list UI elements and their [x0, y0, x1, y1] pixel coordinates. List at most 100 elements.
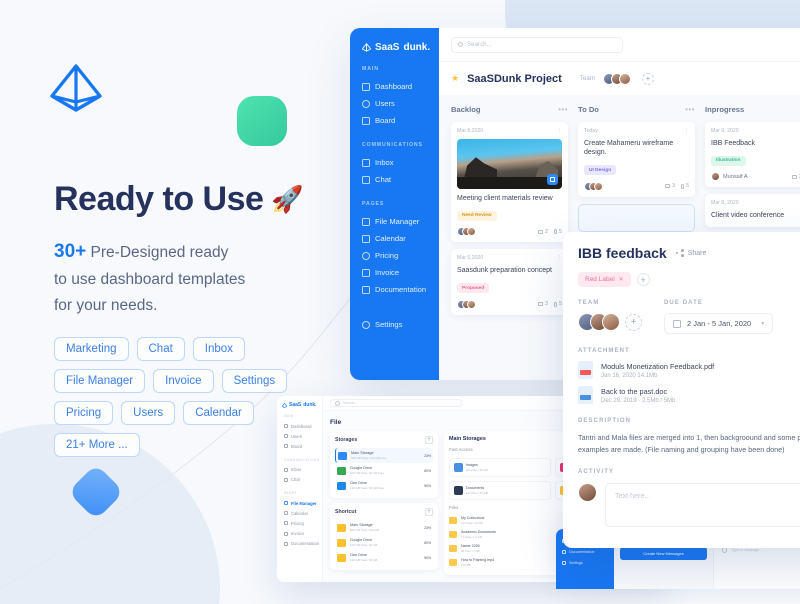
- team-avatar-group: +: [578, 313, 642, 331]
- sidebar-item-settings[interactable]: Settings: [350, 316, 439, 333]
- task-card[interactable]: Mar 9, 2020 ⋮ IBB Feedback Illustration …: [705, 122, 800, 188]
- share-button[interactable]: Share: [675, 249, 706, 257]
- sidebar-item-documentation[interactable]: Documentation: [350, 281, 439, 298]
- fm-sidebar-item-dashboard[interactable]: Dashboard: [282, 421, 322, 431]
- sidebar-item-dashboard[interactable]: Dashboard: [350, 78, 439, 95]
- comment-count: 3: [792, 174, 800, 180]
- sidebar-item-invoice[interactable]: Invoice: [350, 264, 439, 281]
- avatar[interactable]: [602, 313, 620, 331]
- fm-item-label: Inbox: [291, 467, 302, 473]
- tag-file-manager[interactable]: File Manager: [54, 369, 146, 393]
- storages-title: Storages: [335, 437, 358, 443]
- activity-input[interactable]: Text here...: [605, 483, 800, 528]
- column-header: Inprogress •••: [705, 105, 800, 114]
- fm-sidebar-item-documentation[interactable]: Documentation: [282, 539, 322, 549]
- team-section-label: TEAM: [578, 300, 600, 306]
- sidebar-item-board[interactable]: Board: [350, 112, 439, 129]
- sidebar-item-pricing[interactable]: Pricing: [350, 247, 439, 264]
- task-card[interactable]: Mar 5,2020 ⋮ Saasdunk preparation concep…: [451, 249, 568, 315]
- add-shortcut-button[interactable]: +: [425, 508, 433, 516]
- doc-file-icon: [578, 386, 593, 404]
- fm-sidebar-item-board[interactable]: Board: [282, 441, 322, 451]
- detail-meta-row: TEAM + DUE DATE 2 Jan - 5 Jan, 2020 ▾: [578, 300, 800, 334]
- chat-item-label: Settings: [569, 560, 583, 565]
- column-title: Backlog: [451, 105, 481, 114]
- shortcut-row[interactable]: Google Drive 100 GB Total / 20 GB 80%: [335, 535, 433, 550]
- add-team-member-button[interactable]: +: [625, 313, 642, 331]
- tag-calendar[interactable]: Calendar: [183, 401, 254, 425]
- card-menu-icon[interactable]: ⋮: [557, 255, 562, 261]
- fm-sidebar-item-calendar[interactable]: Calendar: [282, 508, 322, 518]
- task-card[interactable]: Today ⋮ Create Mahameru wireframe design…: [578, 122, 695, 197]
- more-dots-icon[interactable]: •••: [685, 105, 695, 114]
- shortcut-usage: 50%: [424, 556, 431, 560]
- close-x-icon[interactable]: ✕: [619, 276, 624, 283]
- attachment-row[interactable]: Back to the past.doc Dec 29, 2019 · 2.5M…: [578, 386, 800, 404]
- tag-chat[interactable]: Chat: [136, 337, 185, 361]
- folder-icon: [449, 544, 457, 552]
- chat-sidebar-item-settings[interactable]: Settings: [562, 557, 614, 568]
- due-date-value: 2 Jan - 5 Jan, 2020: [687, 319, 752, 328]
- fast-access-card[interactable]: Images 241 Files / 20 GB: [449, 458, 551, 477]
- fm-sidebar-item-inbox[interactable]: Inbox: [282, 465, 322, 475]
- card-menu-icon[interactable]: ⋮: [684, 128, 689, 134]
- sidebar-item-file-manager[interactable]: File Manager: [350, 213, 439, 230]
- add-storage-button[interactable]: +: [425, 436, 433, 444]
- fm-item-label: Invoice: [291, 531, 305, 537]
- card-assignee: Munsaif A: [711, 172, 748, 182]
- search-input[interactable]: Search...: [451, 36, 623, 53]
- sidebar-item-calendar[interactable]: Calendar: [350, 230, 439, 247]
- sidebar-item-label: Users: [375, 99, 395, 108]
- label-chip-red[interactable]: Red Label ✕: [578, 272, 631, 287]
- star-icon[interactable]: ★: [451, 73, 459, 84]
- search-placeholder: Search...: [467, 41, 492, 48]
- shortcut-sub: 500 GB Total / 114 GB: [350, 528, 379, 532]
- copy-icon[interactable]: [547, 174, 558, 185]
- avatar[interactable]: [618, 72, 631, 85]
- storage-row[interactable]: Main Storage 500 GB Total / 114 GB Free …: [335, 448, 433, 463]
- attachment-clip-icon: [554, 229, 557, 235]
- fm-sidebar-item-chat[interactable]: Chat: [282, 475, 322, 485]
- inbox-icon: [362, 158, 370, 167]
- sidebar-item-chat[interactable]: Chat: [350, 171, 439, 188]
- fm-sidebar-item-users[interactable]: Users: [282, 431, 322, 441]
- tag-more[interactable]: 21+ More ...: [54, 433, 140, 457]
- task-card[interactable]: Mar 8,2020 ⋮ Meeting client materials re…: [451, 122, 568, 243]
- shortcut-percent: 50%: [424, 555, 431, 560]
- task-card[interactable]: Mar 8, 2020 ⋮ Client video conference: [705, 194, 800, 227]
- sidebar-item-inbox[interactable]: Inbox: [350, 154, 439, 171]
- tag-invoice[interactable]: Invoice: [153, 369, 214, 393]
- tag-users[interactable]: Users: [121, 401, 176, 425]
- drop-placeholder[interactable]: [578, 203, 695, 232]
- sidebar-item-users[interactable]: Users: [350, 95, 439, 112]
- tag-inbox[interactable]: Inbox: [192, 337, 245, 361]
- storage-row[interactable]: Google Drive 100 GB Total / 20 GB Free 8…: [335, 463, 433, 478]
- fast-access-card[interactable]: Documents 147 Files / 46 GB: [449, 481, 551, 500]
- more-dots-icon[interactable]: •••: [558, 105, 568, 114]
- sidebar-item-label: Documentation: [375, 285, 427, 294]
- kanban-column-backlog: Backlog ••• Mar 8,2020 ⋮ Meeting client …: [451, 105, 568, 380]
- card-footer: Munsaif A 3 5: [711, 172, 800, 182]
- tag-marketing[interactable]: Marketing: [54, 337, 129, 361]
- user-icon: [284, 434, 288, 439]
- add-label-button[interactable]: +: [636, 273, 650, 286]
- shortcut-row[interactable]: Main Storage 500 GB Total / 114 GB 23%: [335, 520, 433, 535]
- attachment-row[interactable]: Moduls Monetization Feedback.pdf Jan 16,…: [578, 361, 800, 379]
- file-manager-brand[interactable]: SaaS dunk.: [282, 402, 322, 408]
- add-member-button[interactable]: +: [641, 72, 654, 85]
- file-text: How to Painting.mp4 720 MB: [461, 558, 494, 567]
- activity-label: ACTIVITY: [578, 469, 615, 476]
- shortcut-row[interactable]: One Drive 120 GB Total / 60 GB 50%: [335, 550, 433, 565]
- card-menu-icon[interactable]: ⋮: [557, 128, 562, 134]
- due-date-picker[interactable]: 2 Jan - 5 Jan, 2020 ▾: [664, 313, 774, 334]
- tag-settings[interactable]: Settings: [221, 369, 288, 393]
- create-new-message-button[interactable]: Create New Messages: [620, 547, 707, 560]
- fm-sidebar-item-pricing[interactable]: Pricing: [282, 518, 322, 528]
- tag-pricing[interactable]: Pricing: [54, 401, 114, 425]
- fm-sidebar-item-invoice[interactable]: Invoice: [282, 529, 322, 539]
- fm-sidebar-item-file-manager[interactable]: File Manager: [282, 498, 322, 508]
- fm-search-input[interactable]: Search...: [330, 399, 462, 407]
- google-drive-icon: [337, 466, 346, 475]
- sidebar-brand[interactable]: SaaS dunk.: [350, 42, 439, 53]
- storage-row[interactable]: One Drive 120 GB Total / 60 GB Free 50%: [335, 478, 433, 493]
